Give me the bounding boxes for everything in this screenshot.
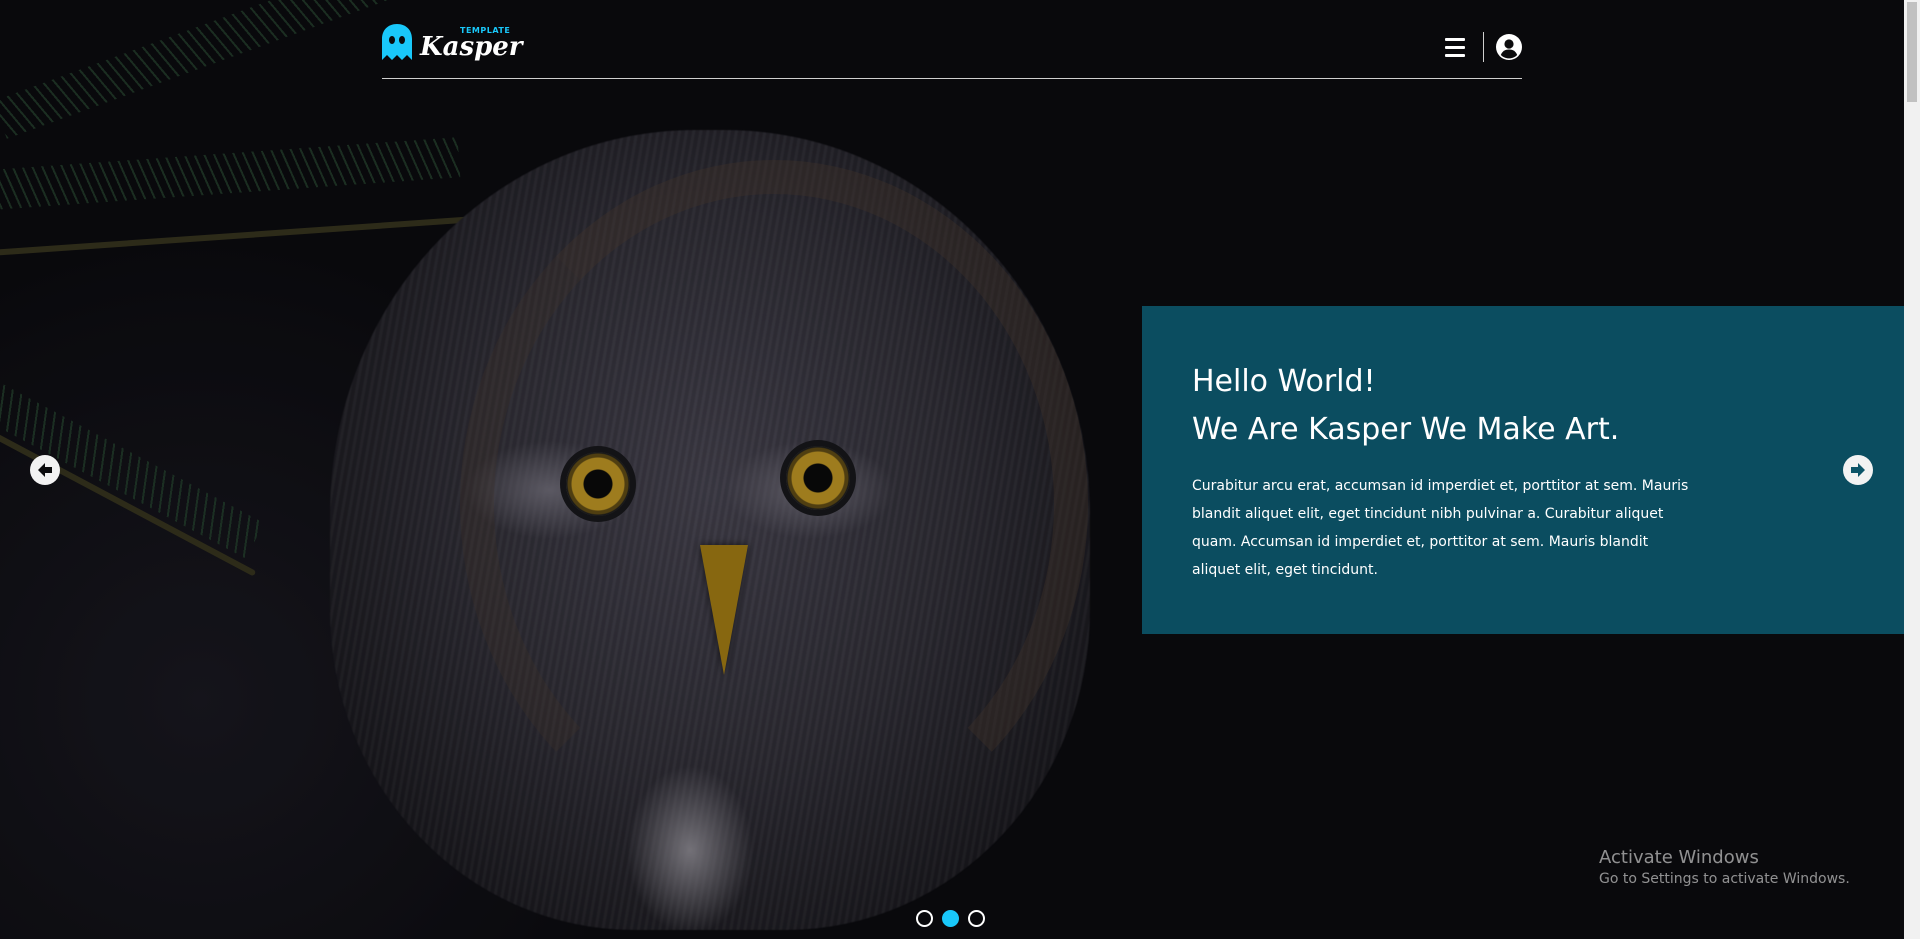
site-header: TEMPLATE Kasper bbox=[382, 20, 1522, 79]
hero-heading: Hello World! We Are Kasper We Make Art. bbox=[1192, 358, 1619, 454]
slider-bullet-2[interactable] bbox=[942, 910, 959, 927]
arrow-left-circle-icon bbox=[38, 463, 52, 477]
logo-name: Kasper bbox=[420, 32, 523, 62]
header-divider bbox=[1483, 32, 1484, 62]
logo[interactable]: TEMPLATE Kasper bbox=[382, 24, 523, 62]
user-circle-icon[interactable] bbox=[1496, 34, 1522, 60]
hamburger-menu-icon[interactable] bbox=[1445, 35, 1469, 59]
page-viewport: TEMPLATE Kasper Hello World! We Are Kasp… bbox=[0, 0, 1904, 939]
header-actions bbox=[1445, 32, 1522, 62]
activate-windows-watermark: Activate Windows Go to Settings to activ… bbox=[1599, 847, 1850, 889]
slider-next-button[interactable] bbox=[1843, 455, 1873, 485]
hero-description: Curabitur arcu erat, accumsan id imperdi… bbox=[1192, 478, 1689, 578]
slider-prev-button[interactable] bbox=[30, 455, 60, 485]
page-scrollbar[interactable] bbox=[1904, 0, 1920, 939]
hero-title-line2: We Are Kasper We Make Art. bbox=[1192, 412, 1620, 447]
hero-title-line1: Hello World! bbox=[1192, 364, 1376, 399]
watermark-subtitle: Go to Settings to activate Windows. bbox=[1599, 871, 1850, 887]
slider-bullet-3[interactable] bbox=[968, 910, 985, 927]
scrollbar-thumb[interactable] bbox=[1907, 2, 1917, 102]
logo-text: TEMPLATE Kasper bbox=[420, 24, 523, 62]
slider-bullet-1[interactable] bbox=[916, 910, 933, 927]
ghost-logo-icon bbox=[382, 24, 412, 60]
slider-bullets bbox=[916, 910, 985, 927]
hero-content-panel: Hello World! We Are Kasper We Make Art. … bbox=[1142, 306, 1904, 634]
watermark-title: Activate Windows bbox=[1599, 847, 1759, 868]
arrow-right-circle-icon bbox=[1851, 463, 1865, 477]
